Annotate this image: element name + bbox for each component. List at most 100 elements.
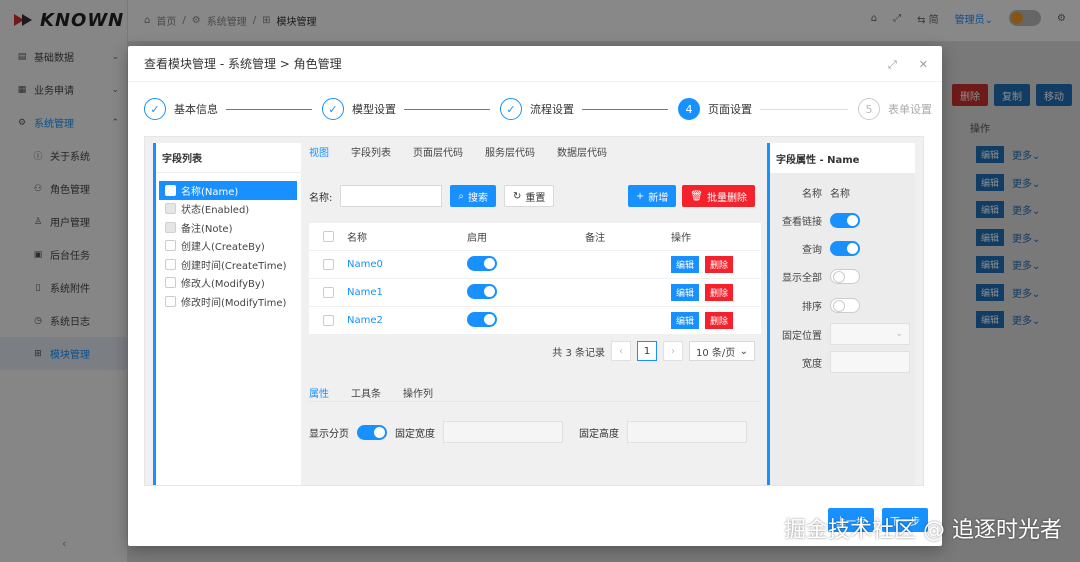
- field-item-label: 修改时间(ModifyTime): [181, 297, 287, 309]
- enabled-switch[interactable]: [467, 283, 497, 299]
- dialog-controls: ⤢ ✕: [888, 58, 928, 72]
- field-item-enabled[interactable]: 状态(Enabled): [159, 200, 301, 219]
- row-delete-button[interactable]: 删除: [705, 312, 734, 329]
- table-row: Name2 编辑 删除: [309, 307, 761, 335]
- plus-icon: +: [635, 190, 645, 202]
- tab-toolbar[interactable]: 工具条: [351, 385, 381, 400]
- field-item-modifyby[interactable]: 修改人(ModifyBy): [159, 274, 301, 293]
- field-item-note[interactable]: 备注(Note): [159, 218, 301, 237]
- field-checkbox[interactable]: [165, 240, 176, 252]
- search-button-label: 搜索: [467, 192, 488, 204]
- step-flow-settings[interactable]: ✓ 流程设置: [500, 98, 574, 120]
- field-item-createby[interactable]: 创建人(CreateBy): [159, 237, 301, 256]
- step-page-settings[interactable]: 4 页面设置: [678, 98, 752, 120]
- page-size-value: 10 条/页: [696, 347, 736, 359]
- field-item-name[interactable]: 名称(Name): [159, 181, 297, 200]
- dialog-header: 查看模块管理 - 系统管理 > 角色管理: [128, 46, 942, 82]
- reset-button[interactable]: ↻ 重置: [503, 185, 555, 207]
- watermark: 掘金技术社区 @ 追逐时光者: [784, 518, 1062, 543]
- step-basic-info[interactable]: ✓ 基本信息: [144, 98, 218, 120]
- pagination: 共 3 条记录 ‹ 1 › 10 条/页 ⌄: [552, 341, 755, 361]
- step-connector: [760, 109, 848, 110]
- prev-page-button[interactable]: ‹: [611, 341, 631, 361]
- row-delete-button[interactable]: 删除: [705, 256, 734, 273]
- table-row: Name0 编辑 删除: [309, 251, 761, 279]
- page-size-select[interactable]: 10 条/页 ⌄: [689, 341, 755, 361]
- field-list-panel: 字段列表 名称(Name) 状态(Enabled) 备注(Note) 创建人(C…: [153, 143, 301, 485]
- trash-icon: 🗑: [690, 190, 703, 202]
- step-model-settings[interactable]: ✓ 模型设置: [322, 98, 396, 120]
- name-search-input[interactable]: [340, 185, 443, 207]
- row-name-link[interactable]: Name1: [347, 287, 383, 298]
- field-checkbox[interactable]: [165, 277, 176, 289]
- tab-page-code[interactable]: 页面层代码: [413, 144, 463, 159]
- view-designer: 视图 字段列表 页面层代码 服务层代码 数据层代码 名称: ⌕ 搜索 ↻ 重置 + 新…: [305, 137, 761, 485]
- row-edit-button[interactable]: 编辑: [671, 284, 700, 301]
- row-checkbox[interactable]: [322, 315, 334, 326]
- field-properties-panel: 字段属性 - Name 名称 名称 查看链接 查询 显示全部 排序 固定位置 ⌄ 宽…: [767, 143, 915, 485]
- prop-name-row: 名称 名称: [770, 185, 918, 200]
- header-note: 备注: [585, 233, 605, 244]
- field-checkbox: [165, 203, 176, 215]
- prop-name-value: 名称: [830, 189, 850, 200]
- select-all-checkbox[interactable]: [322, 231, 334, 242]
- tab-service-code[interactable]: 服务层代码: [485, 144, 535, 159]
- search-icon: ⌕: [458, 190, 464, 202]
- fixed-height-input[interactable]: [627, 421, 747, 443]
- designer-tabs: 视图 字段列表 页面层代码 服务层代码 数据层代码: [305, 137, 759, 167]
- enabled-switch[interactable]: [467, 255, 497, 271]
- step-form-settings[interactable]: 5 表单设置: [858, 98, 932, 120]
- row-checkbox[interactable]: [322, 259, 334, 270]
- prop-name-label: 名称: [802, 189, 822, 200]
- add-button[interactable]: + 新增: [627, 185, 677, 207]
- tab-field-list[interactable]: 字段列表: [351, 144, 391, 159]
- enabled-switch[interactable]: [467, 311, 497, 327]
- maximize-icon[interactable]: ⤢: [888, 58, 897, 72]
- batch-delete-button[interactable]: 🗑 批量删除: [682, 185, 755, 207]
- tab-action-column[interactable]: 操作列: [403, 385, 433, 400]
- fixed-width-label: 固定宽度: [395, 428, 435, 440]
- field-checkbox[interactable]: [165, 184, 176, 196]
- tab-data-code[interactable]: 数据层代码: [557, 144, 607, 159]
- prop-fixed-pos-label: 固定位置: [782, 330, 822, 342]
- step-number: 5: [858, 98, 880, 120]
- width-input[interactable]: [830, 351, 910, 373]
- search-button[interactable]: ⌕ 搜索: [450, 185, 496, 207]
- fixed-height-label: 固定高度: [579, 428, 619, 440]
- prop-query-row: 查询: [770, 241, 918, 256]
- row-edit-button[interactable]: 编辑: [671, 312, 700, 329]
- row-delete-button[interactable]: 删除: [705, 284, 734, 301]
- field-checkbox: [165, 221, 176, 233]
- show-all-switch[interactable]: [830, 269, 860, 284]
- fixed-position-select[interactable]: ⌄: [830, 323, 910, 345]
- page-settings-panel: 字段列表 名称(Name) 状态(Enabled) 备注(Note) 创建人(C…: [144, 136, 924, 486]
- show-paging-label: 显示分页: [309, 428, 349, 440]
- prop-fixed-pos-row: 固定位置 ⌄: [770, 323, 918, 345]
- page-number-button[interactable]: 1: [637, 341, 657, 361]
- field-checkbox[interactable]: [165, 258, 176, 270]
- show-paging-switch[interactable]: [357, 424, 387, 440]
- tab-view[interactable]: 视图: [309, 144, 329, 159]
- sort-switch[interactable]: [830, 298, 860, 313]
- header-enabled: 启用: [467, 233, 487, 244]
- next-page-button[interactable]: ›: [663, 341, 683, 361]
- tab-properties[interactable]: 属性: [309, 385, 329, 400]
- close-icon[interactable]: ✕: [919, 58, 928, 72]
- query-switch[interactable]: [830, 241, 860, 256]
- row-name-link[interactable]: Name2: [347, 315, 383, 326]
- view-link-switch[interactable]: [830, 213, 860, 228]
- row-name-link[interactable]: Name0: [347, 259, 383, 270]
- field-checkbox[interactable]: [165, 295, 176, 307]
- step-connector: [582, 109, 668, 110]
- row-checkbox[interactable]: [322, 287, 334, 298]
- field-item-createtime[interactable]: 创建时间(CreateTime): [159, 255, 301, 274]
- prop-query-label: 查询: [802, 245, 822, 256]
- dialog-title: 查看模块管理 - 系统管理 > 角色管理: [144, 57, 342, 71]
- step-check-icon: ✓: [500, 98, 522, 120]
- row-edit-button[interactable]: 编辑: [671, 256, 700, 273]
- step-check-icon: ✓: [144, 98, 166, 120]
- step-label: 流程设置: [530, 103, 574, 116]
- field-properties-title: 字段属性 - Name: [770, 143, 915, 173]
- field-item-modifytime[interactable]: 修改时间(ModifyTime): [159, 292, 301, 311]
- fixed-width-input[interactable]: [443, 421, 563, 443]
